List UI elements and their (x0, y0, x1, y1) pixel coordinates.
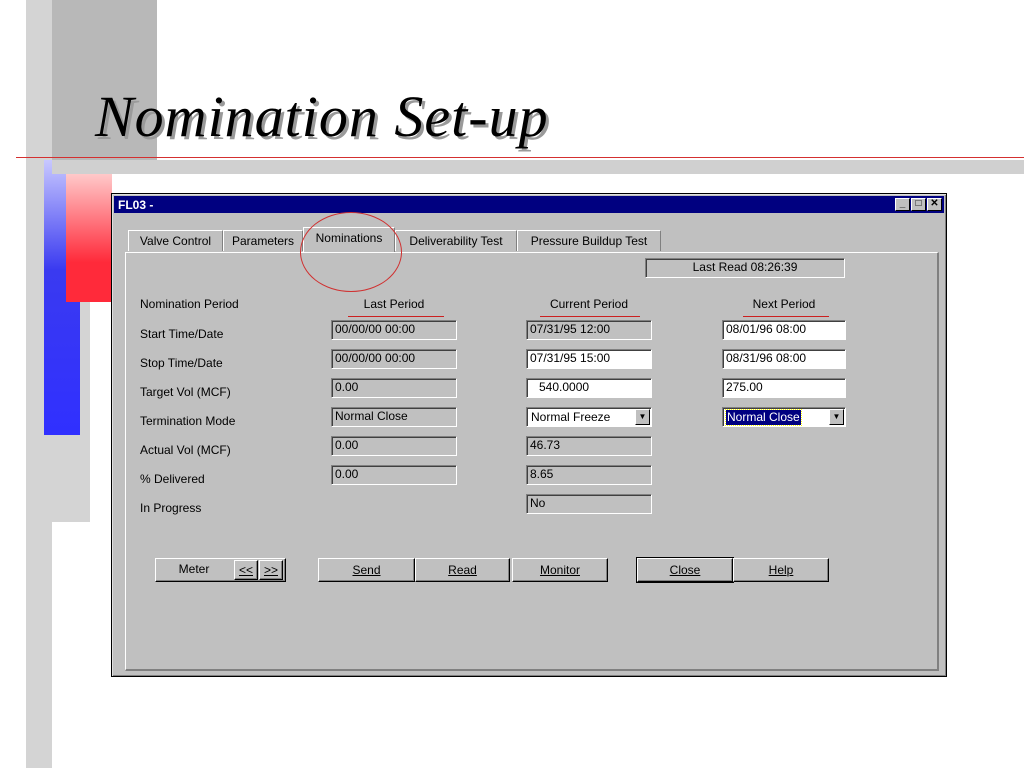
close-button[interactable]: Close (636, 557, 734, 583)
last-read-display: Last Read 08:26:39 (645, 258, 845, 278)
last-target-field: 0.00 (331, 378, 457, 398)
next-termination-value: Normal Close (725, 409, 802, 426)
next-period-header: Next Period (752, 297, 816, 311)
meter-next-button[interactable]: >> (259, 560, 283, 580)
meter-prev-button[interactable]: << (234, 560, 258, 580)
monitor-label: Monitor (539, 563, 580, 577)
monitor-button[interactable]: Monitor (512, 558, 608, 582)
maximize-icon[interactable]: □ (911, 198, 926, 211)
nomination-period-label: Nomination Period (140, 297, 239, 311)
send-button[interactable]: Send (318, 558, 415, 582)
minimize-icon[interactable]: _ (895, 198, 910, 211)
last-stop-field: 00/00/00 00:00 (331, 349, 457, 369)
current-target-input[interactable]: 540.0000 (526, 378, 652, 398)
current-actual-field: 46.73 (526, 436, 652, 456)
tab-pressure-buildup-test[interactable]: Pressure Buildup Test (517, 230, 661, 251)
close-icon[interactable]: ✕ (927, 198, 942, 211)
meter-button[interactable]: Meter (157, 560, 231, 580)
last-actual-field: 0.00 (331, 436, 457, 456)
read-label: Read (448, 563, 477, 577)
nominations-panel (125, 252, 939, 671)
tab-parameters[interactable]: Parameters (223, 230, 303, 251)
deco-red-bar (66, 170, 112, 302)
current-start-field: 07/31/95 12:00 (526, 320, 652, 340)
help-label: Help (768, 563, 794, 577)
title-divider (16, 157, 1024, 158)
in-progress-label: In Progress (140, 501, 202, 515)
current-delivered-field: 8.65 (526, 465, 652, 485)
current-termination-select[interactable]: Normal Freeze ▼ (526, 407, 652, 427)
deco-gray-band (52, 160, 1024, 174)
next-termination-select[interactable]: Normal Close ▼ (722, 407, 846, 427)
read-button[interactable]: Read (415, 558, 510, 582)
window-title: FL03 - (118, 198, 154, 212)
delivered-label: % Delivered (140, 472, 205, 486)
next-target-input[interactable]: 275.00 (722, 378, 846, 398)
current-period-header: Current Period (549, 297, 629, 311)
in-progress-field: No (526, 494, 652, 514)
next-stop-input[interactable]: 08/31/96 08:00 (722, 349, 846, 369)
last-delivered-field: 0.00 (331, 465, 457, 485)
close-label: Close (669, 563, 701, 577)
start-time-label: Start Time/Date (140, 327, 224, 341)
send-label: Send (352, 563, 381, 577)
stop-time-label: Stop Time/Date (140, 356, 223, 370)
current-stop-input[interactable]: 07/31/95 15:00 (526, 349, 652, 369)
next-period-underline (743, 316, 829, 317)
last-period-header: Last Period (363, 297, 425, 311)
tab-valve-control[interactable]: Valve Control (128, 230, 223, 251)
chevron-down-icon[interactable]: ▼ (635, 409, 650, 425)
slide-title: Nomination Set-up (95, 84, 549, 149)
current-termination-value: Normal Freeze (531, 410, 611, 424)
termination-mode-label: Termination Mode (140, 414, 236, 428)
current-period-underline (540, 316, 640, 317)
help-button[interactable]: Help (733, 558, 829, 582)
window-title-bar[interactable]: FL03 - _ □ ✕ (114, 196, 944, 213)
highlight-circle (300, 212, 402, 292)
last-period-underline (348, 316, 444, 317)
chevron-down-icon[interactable]: ▼ (829, 409, 844, 425)
target-vol-label: Target Vol (MCF) (140, 385, 231, 399)
actual-vol-label: Actual Vol (MCF) (140, 443, 231, 457)
last-start-field: 00/00/00 00:00 (331, 320, 457, 340)
tab-deliverability-test[interactable]: Deliverability Test (395, 230, 517, 251)
last-termination-field: Normal Close (331, 407, 457, 427)
next-start-input[interactable]: 08/01/96 08:00 (722, 320, 846, 340)
